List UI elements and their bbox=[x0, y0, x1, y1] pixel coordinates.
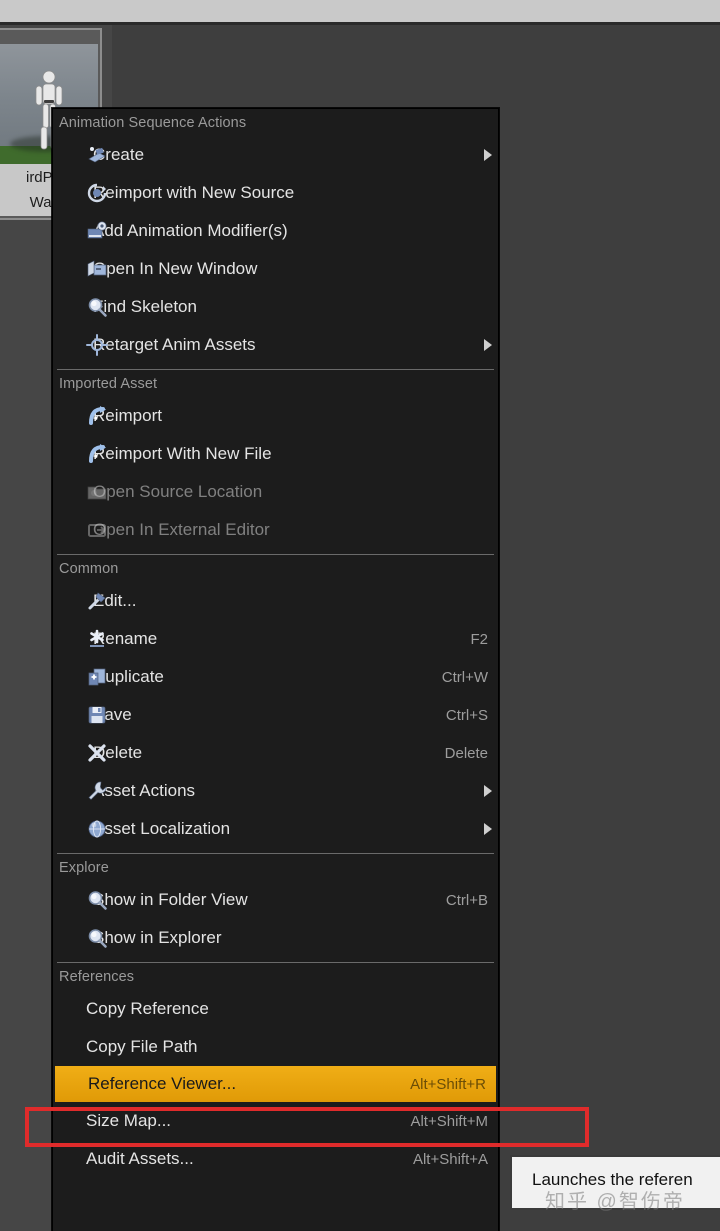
menu-item-asset-localization[interactable]: Asset Localization bbox=[53, 810, 498, 848]
magnifier-icon bbox=[88, 891, 107, 910]
menu-item-audit-assets[interactable]: Audit Assets... Alt+Shift+A bbox=[53, 1140, 498, 1178]
asset-context-menu[interactable]: Animation Sequence Actions Create Reimport… bbox=[52, 108, 499, 1231]
menu-item-label: Create bbox=[93, 145, 145, 164]
menu-item-open-source-location: Open Source Location bbox=[53, 473, 498, 511]
open-new-window-icon bbox=[87, 260, 107, 277]
screen-root: irdPer Walk Animation Sequence Actions Cr… bbox=[0, 0, 720, 1231]
menu-item-retarget-anim-assets[interactable]: Retarget Anim Assets bbox=[53, 326, 498, 364]
chevron-right-icon bbox=[484, 785, 492, 797]
menu-item-delete[interactable]: Delete Delete bbox=[53, 734, 498, 772]
reimport-arrow-icon bbox=[89, 444, 106, 463]
duplicate-icon bbox=[88, 668, 106, 686]
menu-item-reimport-with-new-file[interactable]: Reimport With New File bbox=[53, 435, 498, 473]
menu-item-label: Rename bbox=[93, 629, 158, 648]
globe-icon bbox=[88, 820, 106, 838]
chevron-right-icon bbox=[484, 823, 492, 835]
reimport-source-icon bbox=[87, 183, 107, 203]
chevron-right-icon bbox=[484, 149, 492, 161]
menu-item-label: Open In External Editor bbox=[93, 520, 270, 539]
menu-item-size-map[interactable]: Size Map... Alt+Shift+M bbox=[53, 1102, 498, 1140]
magnifier-icon bbox=[88, 929, 107, 948]
menu-item-copy-reference[interactable]: Copy Reference bbox=[53, 990, 498, 1028]
create-animation-icon bbox=[88, 147, 106, 163]
menu-item-label: Reimport With New File bbox=[93, 444, 272, 463]
menu-item-open-in-external-editor: Open In External Editor bbox=[53, 511, 498, 549]
menu-item-save[interactable]: Save Ctrl+S bbox=[53, 696, 498, 734]
menu-item-label: Edit... bbox=[93, 591, 137, 610]
menu-item-label: Size Map... bbox=[86, 1111, 172, 1130]
menu-item-shortcut: Alt+Shift+A bbox=[412, 1150, 488, 1168]
menu-item-shortcut: Delete bbox=[444, 744, 488, 762]
menu-item-label: Delete bbox=[93, 743, 143, 762]
open-external-editor-icon bbox=[88, 524, 106, 537]
menu-item-label: Copy Reference bbox=[86, 999, 209, 1018]
menu-item-label: Asset Actions bbox=[93, 781, 196, 800]
menu-item-asset-actions[interactable]: Asset Actions bbox=[53, 772, 498, 810]
menu-item-label: Open Source Location bbox=[93, 482, 263, 501]
menu-section-title-explore: Explore bbox=[59, 860, 109, 876]
menu-item-shortcut: Alt+Shift+M bbox=[410, 1112, 488, 1130]
rename-asterisk-icon bbox=[90, 629, 104, 647]
menu-item-find-skeleton[interactable]: Find Skeleton bbox=[53, 288, 498, 326]
menu-item-label: Reference Viewer... bbox=[88, 1074, 237, 1093]
animation-modifier-icon bbox=[87, 221, 107, 239]
menu-item-show-in-folder-view[interactable]: Show in Folder View Ctrl+B bbox=[53, 881, 498, 919]
chevron-right-icon bbox=[484, 339, 492, 351]
menu-item-reimport-with-new-source[interactable]: Reimport with New Source bbox=[53, 174, 498, 212]
menu-item-label: Add Animation Modifier(s) bbox=[93, 221, 288, 240]
menu-section-title-imported-asset: Imported Asset bbox=[59, 376, 158, 392]
menu-item-shortcut: Alt+Shift+R bbox=[410, 1075, 486, 1093]
delete-x-icon bbox=[88, 744, 106, 762]
menu-item-reference-viewer[interactable]: Reference Viewer... Alt+Shift+R bbox=[55, 1066, 496, 1102]
wrench-icon bbox=[88, 781, 107, 800]
open-folder-icon bbox=[87, 486, 107, 500]
tooltip: Launches the referen bbox=[510, 1155, 720, 1210]
menu-item-label: Asset Localization bbox=[93, 819, 231, 838]
menu-item-label: Save bbox=[93, 705, 132, 724]
save-floppy-icon bbox=[88, 706, 106, 724]
menu-item-label: Retarget Anim Assets bbox=[93, 335, 256, 354]
menu-item-shortcut: Ctrl+W bbox=[441, 668, 488, 686]
menu-item-label: Show in Folder View bbox=[93, 890, 248, 909]
window-top-strip bbox=[0, 0, 720, 22]
menu-item-shortcut: F2 bbox=[470, 630, 488, 648]
menu-item-create[interactable]: Create bbox=[53, 136, 498, 174]
menu-item-show-in-explorer[interactable]: Show in Explorer bbox=[53, 919, 498, 957]
menu-item-shortcut: Ctrl+B bbox=[445, 891, 488, 909]
magnifier-icon bbox=[88, 298, 107, 317]
menu-item-label: Copy File Path bbox=[86, 1037, 198, 1056]
menu-item-label: Audit Assets... bbox=[86, 1149, 194, 1168]
retarget-crosshair-icon bbox=[86, 334, 108, 356]
tooltip-text: Launches the referen bbox=[532, 1170, 693, 1189]
menu-item-shortcut: Ctrl+S bbox=[445, 706, 488, 724]
menu-item-label: Show in Explorer bbox=[93, 928, 222, 947]
menu-item-label: Find Skeleton bbox=[93, 297, 197, 316]
menu-item-label: Reimport with New Source bbox=[93, 183, 295, 202]
menu-item-label: Duplicate bbox=[93, 667, 164, 686]
menu-item-label: Open In New Window bbox=[93, 259, 258, 278]
menu-item-reimport[interactable]: Reimport bbox=[53, 397, 498, 435]
menu-section-title-references: References bbox=[59, 969, 135, 985]
menu-item-edit[interactable]: Edit... bbox=[53, 582, 498, 620]
menu-item-add-animation-modifier-s[interactable]: Add Animation Modifier(s) bbox=[53, 212, 498, 250]
menu-item-copy-file-path[interactable]: Copy File Path bbox=[53, 1028, 498, 1066]
menu-item-open-in-new-window[interactable]: Open In New Window bbox=[53, 250, 498, 288]
menu-section-title-common: Common bbox=[59, 561, 119, 577]
menu-item-rename[interactable]: Rename F2 bbox=[53, 620, 498, 658]
menu-section-title-animation-sequence-actions: Animation Sequence Actions bbox=[59, 115, 247, 131]
reimport-arrow-icon bbox=[89, 406, 106, 425]
edit-hammer-icon bbox=[88, 592, 106, 610]
menu-item-label: Reimport bbox=[93, 406, 162, 425]
menu-item-duplicate[interactable]: Duplicate Ctrl+W bbox=[53, 658, 498, 696]
